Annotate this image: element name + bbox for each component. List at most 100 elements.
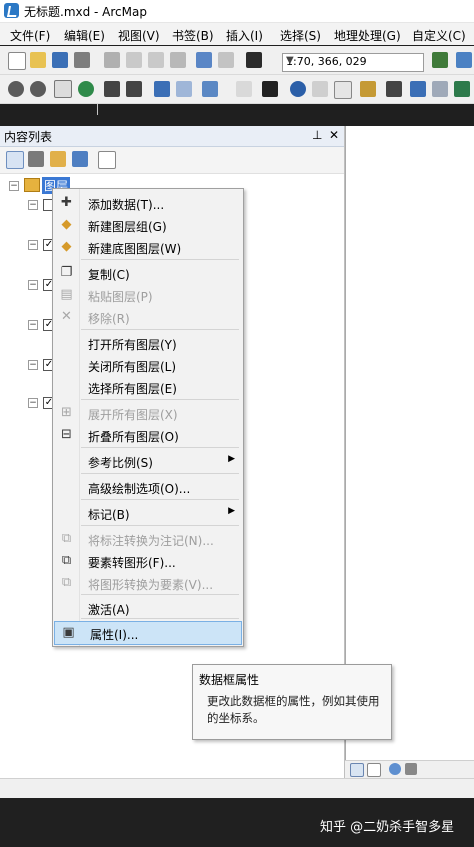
menu-selection[interactable]: 选择(S) (280, 27, 321, 44)
expand-toggle-icon[interactable]: − (28, 200, 38, 210)
toc-options-icon[interactable] (98, 151, 116, 169)
expand-toggle-icon[interactable]: − (28, 240, 38, 250)
context-menu-item[interactable]: ⊞ 展开所有图层(X) (53, 402, 243, 424)
select-features-icon[interactable] (202, 81, 218, 97)
context-menu-item[interactable]: 参考比例(S) ▶ (53, 450, 243, 472)
list-by-drawing-order-icon[interactable] (6, 151, 24, 169)
menu-separator (81, 399, 239, 400)
new-group-layer-icon: ◆ (61, 217, 72, 232)
html-popup-icon[interactable] (334, 81, 352, 99)
tooltip-body: 更改此数据框的属性，例如其使用的坐标系。 (207, 694, 380, 725)
find-route-icon[interactable] (410, 81, 426, 97)
fixed-zoom-out-icon[interactable] (126, 81, 142, 97)
select-elements-icon[interactable] (262, 81, 278, 97)
chevron-down-icon[interactable]: ▼ (286, 55, 420, 66)
list-by-visibility-icon[interactable] (50, 151, 66, 167)
menu-separator (81, 525, 239, 526)
add-data-icon: ✚ (61, 195, 72, 210)
zoom-in-icon[interactable] (8, 81, 24, 97)
save-icon[interactable] (52, 52, 68, 68)
status-bar (0, 778, 474, 799)
time-slider-icon[interactable] (454, 81, 470, 97)
layout-view-icon[interactable] (367, 763, 381, 777)
menu-separator (81, 329, 239, 330)
pin-icon[interactable]: ⊥ (312, 128, 322, 142)
context-menu-item-label: 新建底图图层(W) (88, 242, 182, 256)
find-icon[interactable] (386, 81, 402, 97)
print-icon[interactable] (74, 52, 90, 68)
open-folder-icon[interactable] (30, 52, 46, 68)
context-menu-item-label: 移除(R) (88, 312, 130, 326)
expand-toggle-icon[interactable]: − (28, 360, 38, 370)
fixed-zoom-in-icon[interactable] (104, 81, 120, 97)
zoom-out-icon[interactable] (30, 81, 46, 97)
window-title: 无标题.mxd - ArcMap (24, 5, 147, 19)
back-extent-icon[interactable] (154, 81, 170, 97)
new-document-icon[interactable] (8, 52, 26, 70)
menu-edit[interactable]: 编辑(E) (64, 27, 105, 44)
context-menu-item[interactable]: ⊟ 折叠所有图层(O) (53, 424, 243, 446)
editor-toolbar-icon[interactable] (432, 52, 448, 68)
context-menu-item-label: 添加数据(T)... (88, 198, 165, 212)
collapse-toggle-icon[interactable]: − (9, 181, 19, 191)
context-menu-item[interactable]: ✚ 添加数据(T)... (53, 192, 243, 214)
context-menu-item-label: 激活(A) (88, 603, 130, 617)
forward-extent-icon[interactable] (176, 81, 192, 97)
context-menu-item-label: 参考比例(S) (88, 456, 153, 470)
context-menu-item-label: 折叠所有图层(O) (88, 430, 179, 444)
list-by-source-icon[interactable] (28, 151, 44, 167)
refresh-icon[interactable] (389, 763, 401, 775)
delete-icon[interactable] (170, 52, 186, 68)
menu-geoprocessing[interactable]: 地理处理(G) (334, 27, 401, 44)
expand-toggle-icon[interactable]: − (28, 280, 38, 290)
table-icon[interactable] (456, 52, 472, 68)
context-menu-item[interactable]: ◆ 新建图层组(G) (53, 214, 243, 236)
close-icon[interactable]: ✕ (329, 128, 339, 142)
pause-drawing-icon[interactable] (405, 763, 417, 775)
dataframe-context-menu: ✚ 添加数据(T)... ◆ 新建图层组(G) ◆ 新建底图图层(W) ❐ 复制(C) ▤ 粘贴图… (52, 188, 244, 647)
context-menu-item[interactable]: ⧉ 将图形转换为要素(V)... (53, 572, 243, 594)
go-to-xy-icon[interactable] (432, 81, 448, 97)
clear-selection-icon[interactable] (236, 81, 252, 97)
menu-bookmarks[interactable]: 书签(B) (172, 27, 214, 44)
context-menu-item[interactable]: 激活(A) (53, 597, 243, 619)
identify-icon[interactable] (290, 81, 306, 97)
context-menu-item[interactable]: ◆ 新建底图图层(W) (53, 236, 243, 258)
expand-toggle-icon[interactable]: − (28, 398, 38, 408)
expand-toggle-icon[interactable]: − (28, 320, 38, 330)
context-menu-item-label: 关闭所有图层(L) (88, 360, 177, 374)
context-menu-item-label: 新建图层组(G) (88, 220, 167, 234)
full-extent-icon[interactable] (78, 81, 94, 97)
context-menu-item[interactable]: ▣ 属性(I)... (54, 621, 242, 645)
add-data-toolbar-icon[interactable] (246, 52, 262, 68)
copy-toolbar-icon[interactable] (126, 52, 142, 68)
context-menu-item[interactable]: ❐ 复制(C) (53, 262, 243, 284)
context-menu-item-label: 要素转图形(F)... (88, 556, 176, 570)
pan-icon[interactable] (54, 80, 72, 98)
features-to-graphics-icon: ⧉ (61, 553, 72, 568)
context-menu-item[interactable]: ▤ 粘贴图层(P) (53, 284, 243, 306)
map-scale-combobox[interactable]: 1:70, 366, 029 ▼ (282, 53, 424, 72)
menu-insert[interactable]: 插入(I) (226, 27, 263, 44)
measure-icon[interactable] (360, 81, 376, 97)
cut-icon[interactable] (104, 52, 120, 68)
context-menu-item[interactable]: 打开所有图层(Y) (53, 332, 243, 354)
context-menu-item[interactable]: 关闭所有图层(L) (53, 354, 243, 376)
list-by-selection-icon[interactable] (72, 151, 88, 167)
menu-bar: 文件(F) 编辑(E) 视图(V) 书签(B) 插入(I) 选择(S) 地理处理… (0, 23, 474, 45)
context-menu-item[interactable]: ⧉ 将标注转换为注记(N)... (53, 528, 243, 550)
paste-toolbar-icon[interactable] (148, 52, 164, 68)
context-menu-item[interactable]: 选择所有图层(E) (53, 376, 243, 398)
data-view-icon[interactable] (350, 763, 364, 777)
hyperlink-icon[interactable] (312, 81, 328, 97)
undo-icon[interactable] (196, 52, 212, 68)
context-menu-item[interactable]: ⧉ 要素转图形(F)... (53, 550, 243, 572)
context-menu-item[interactable]: ✕ 移除(R) (53, 306, 243, 328)
redo-icon[interactable] (218, 52, 234, 68)
context-menu-item[interactable]: 高级绘制选项(O)... (53, 476, 243, 498)
menu-customize[interactable]: 自定义(C) (412, 27, 466, 44)
menu-separator (81, 259, 239, 260)
context-menu-item[interactable]: 标记(B) ▶ (53, 502, 243, 524)
menu-view[interactable]: 视图(V) (118, 27, 160, 44)
menu-file[interactable]: 文件(F) (10, 27, 50, 44)
